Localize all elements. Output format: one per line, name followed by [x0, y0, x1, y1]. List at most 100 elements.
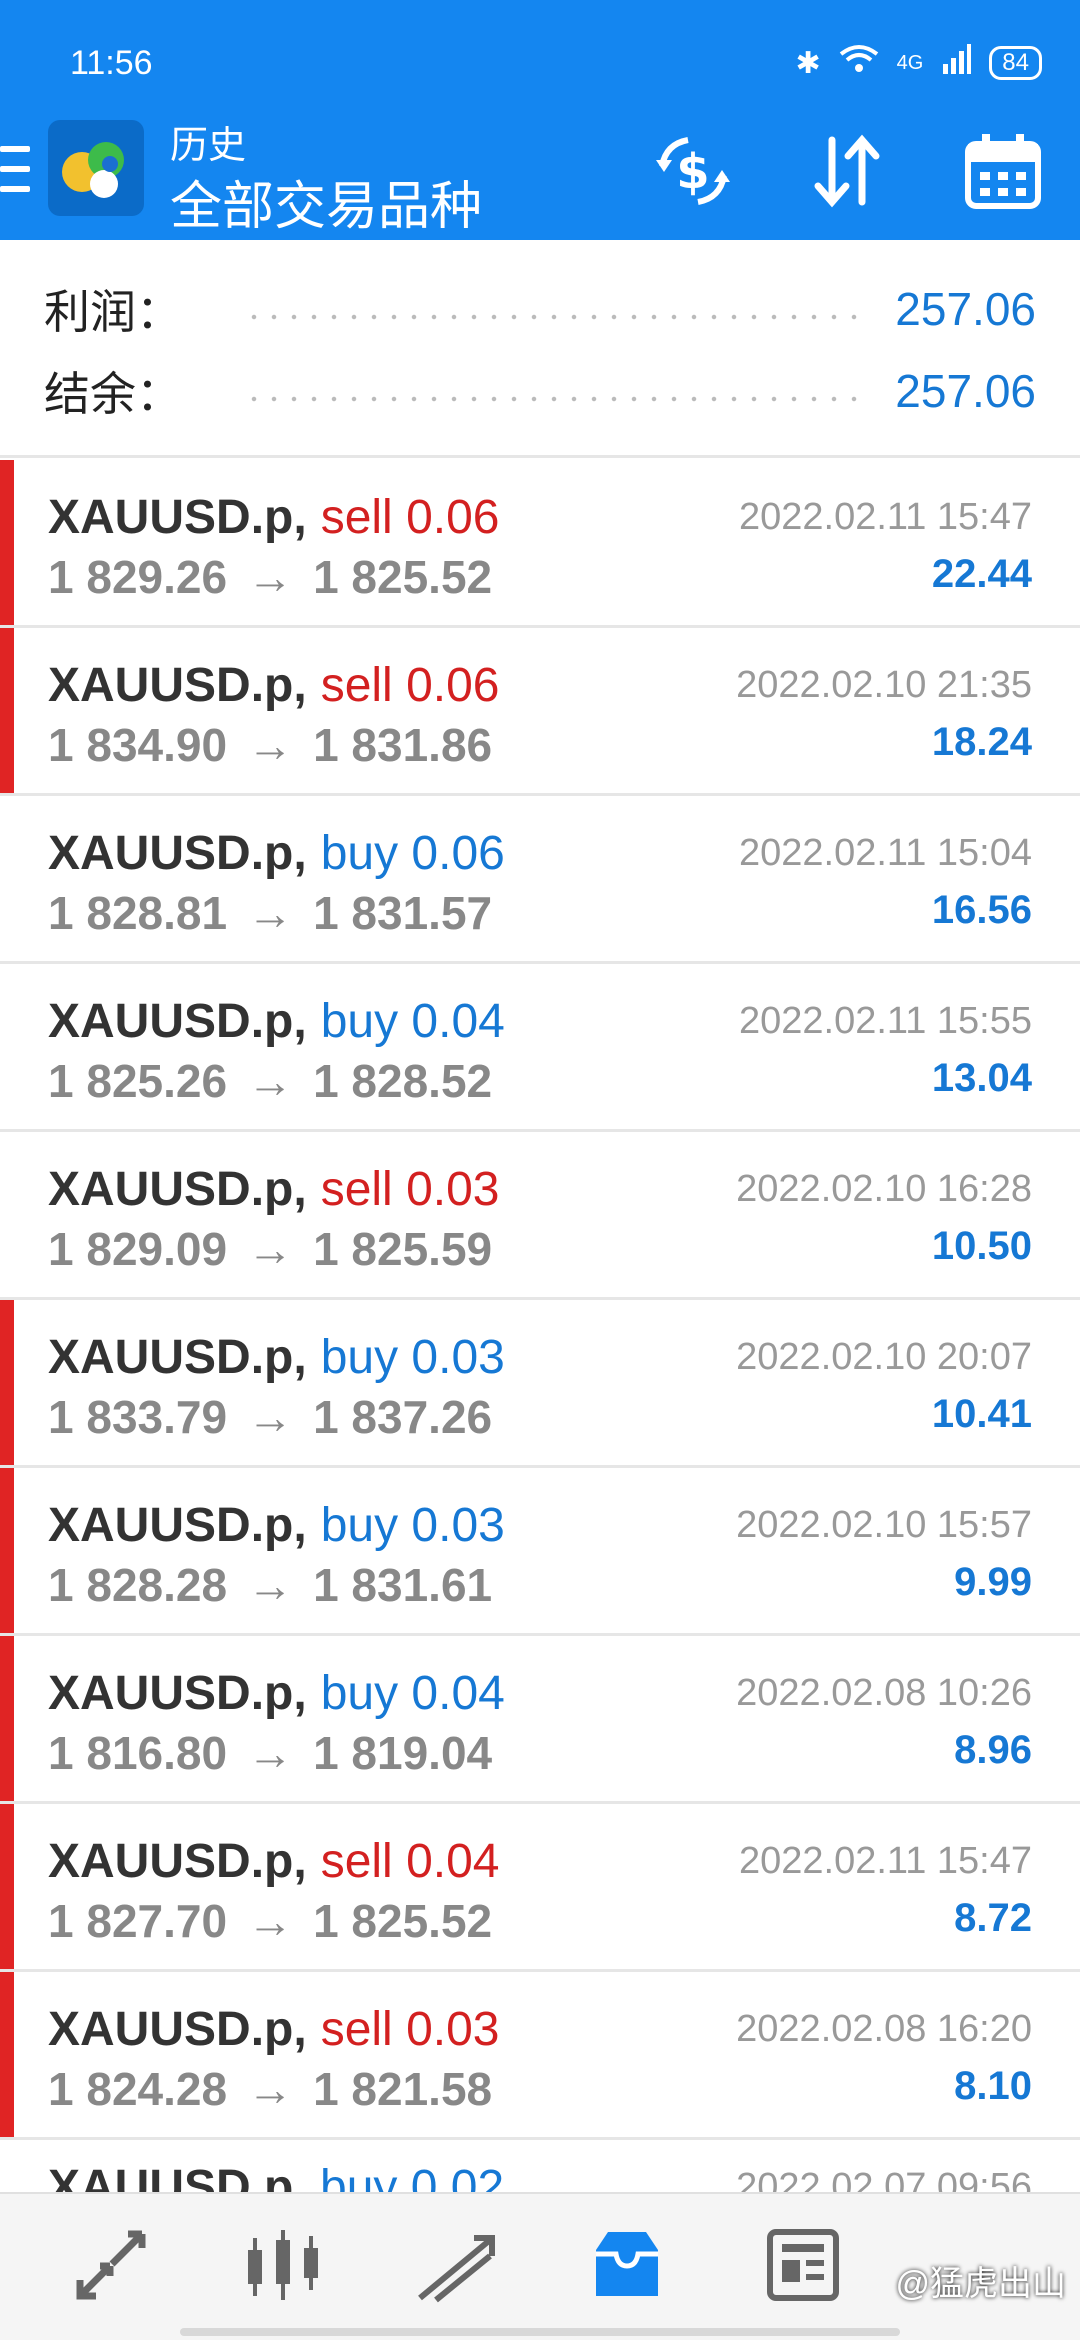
- row-flag-marker: [0, 1972, 14, 2137]
- trade-symbol: XAUUSD.p,: [48, 827, 307, 880]
- table-row[interactable]: XAUUSD.p, buy 0.06 1 828.81 → 1 831.57 2022…: [0, 796, 1080, 964]
- trade-time: 2022.02.10 15:57: [736, 1504, 1032, 1546]
- network-label: 4G: [896, 51, 924, 74]
- trade-action: sell 0.06: [321, 491, 500, 544]
- trade-profit: 10.41: [931, 1392, 1032, 1436]
- open-price: 1 827.70: [48, 1895, 228, 1947]
- open-price: 1 824.28: [48, 2063, 228, 2115]
- trade-title: XAUUSD.p, buy 0.03: [48, 1498, 505, 1553]
- trade-action: sell 0.03: [321, 1163, 500, 1216]
- app-header: 11:56 ✱ 4G 84 历史 全部交易品种 $: [0, 0, 1080, 240]
- trade-prices: 1 827.70 → 1 825.52: [48, 1894, 492, 1948]
- trade-volume: 0.04: [411, 995, 505, 1048]
- bottom-navigation: @猛虎出山: [0, 2192, 1080, 2340]
- trade-title: XAUUSD.p, buy 0.04: [48, 994, 505, 1049]
- history-icon[interactable]: [582, 2220, 672, 2310]
- open-price: 1 833.79: [48, 1391, 228, 1443]
- table-row[interactable]: XAUUSD.p, buy 0.04 1 816.80 → 1 819.04 2022…: [0, 1636, 1080, 1804]
- arrow-right-icon: →: [247, 1391, 294, 1443]
- table-row[interactable]: XAUUSD.p, buy 0.03 1 833.79 → 1 837.26 2022…: [0, 1300, 1080, 1468]
- open-price: 1 825.26: [48, 1055, 228, 1107]
- trade-profit: 16.56: [931, 888, 1032, 932]
- trade-volume: 0.03: [411, 1331, 505, 1384]
- trade-prices: 1 829.09 → 1 825.59: [48, 1222, 492, 1276]
- trade-symbol: XAUUSD.p,: [48, 1499, 307, 1552]
- arrow-right-icon: →: [247, 1895, 294, 1947]
- trade-prices: 1 828.81 → 1 831.57: [48, 886, 492, 940]
- balance-label: 结余：: [44, 368, 182, 420]
- row-flag-marker: [0, 460, 14, 625]
- trade-action: sell 0.03: [321, 2003, 500, 2056]
- trade-action: buy 0.06: [321, 827, 505, 880]
- trade-symbol: XAUUSD.p,: [48, 1163, 307, 1216]
- close-price: 1 831.86: [313, 719, 493, 771]
- trade-direction: buy: [320, 995, 399, 1048]
- profit-label: 利润：: [44, 286, 182, 338]
- trade-direction: sell: [320, 491, 393, 544]
- trade-symbol: XAUUSD.p,: [48, 1667, 307, 1720]
- trade-profit: 8.96: [954, 1728, 1032, 1772]
- trade-title: XAUUSD.p, sell 0.03: [48, 2002, 499, 2057]
- table-row[interactable]: XAUUSD.p, buy 0.03 1 828.28 → 1 831.61 2022…: [0, 1468, 1080, 1636]
- open-price: 1 828.28: [48, 1559, 228, 1611]
- table-row[interactable]: XAUUSD.p, buy 0.04 1 825.26 → 1 828.52 2022…: [0, 964, 1080, 1132]
- trade-profit: 10.50: [931, 1224, 1032, 1268]
- balance-value: 257.06: [895, 365, 1036, 417]
- trade-time: 2022.02.11 15:55: [738, 1000, 1032, 1042]
- status-time: 11:56: [70, 44, 153, 82]
- trade-title: XAUUSD.p, sell 0.04: [48, 1834, 499, 1889]
- trade-volume: 0.06: [406, 491, 500, 544]
- table-row[interactable]: XAUUSD.p, sell 0.03 1 829.09 → 1 825.59 202…: [0, 1132, 1080, 1300]
- close-price: 1 825.59: [313, 1223, 493, 1275]
- trade-prices: 1 825.26 → 1 828.52: [48, 1054, 492, 1108]
- arrow-right-icon: →: [247, 1559, 294, 1611]
- close-price: 1 819.04: [313, 1727, 493, 1779]
- trade-title: XAUUSD.p, sell 0.03: [48, 1162, 499, 1217]
- table-row[interactable]: XAUUSD.p, sell 0.06 1 829.26 → 1 825.52 202…: [0, 460, 1080, 628]
- news-icon[interactable]: [758, 2220, 848, 2310]
- trade-volume: 0.04: [406, 1835, 500, 1888]
- trade-symbol: XAUUSD.p,: [48, 1331, 307, 1384]
- row-flag-marker: [0, 1468, 14, 1633]
- trade-volume: 0.04: [411, 1667, 505, 1720]
- page-subtitle: 历史: [170, 125, 247, 167]
- row-flag-marker: [0, 1804, 14, 1969]
- trade-direction: sell: [320, 2003, 393, 2056]
- trade-prices: 1 834.90 → 1 831.86: [48, 718, 492, 772]
- trade-icon[interactable]: [410, 2220, 500, 2310]
- trade-volume: 0.03: [406, 2003, 500, 2056]
- row-flag-marker: [0, 1300, 14, 1465]
- arrow-right-icon: →: [247, 887, 294, 939]
- trade-direction: sell: [320, 1835, 393, 1888]
- chart-icon[interactable]: [238, 2220, 328, 2310]
- balance-row: 结余： 257.06: [44, 356, 1036, 426]
- trade-time: 2022.02.11 15:04: [738, 832, 1032, 874]
- trade-prices: 1 824.28 → 1 821.58: [48, 2062, 492, 2116]
- trade-direction: buy: [320, 1499, 399, 1552]
- trade-profit: 8.10: [954, 2064, 1032, 2108]
- table-row[interactable]: XAUUSD.p, sell 0.04 1 827.70 → 1 825.52 202…: [0, 1804, 1080, 1972]
- trade-action: buy 0.04: [321, 1667, 505, 1720]
- close-price: 1 837.26: [313, 1391, 493, 1443]
- calendar-icon[interactable]: [958, 126, 1048, 216]
- quotes-icon[interactable]: [66, 2220, 156, 2310]
- status-indicators: ✱ 4G 84: [795, 44, 1042, 82]
- page-title[interactable]: 全部交易品种: [170, 164, 482, 239]
- open-price: 1 816.80: [48, 1727, 228, 1779]
- trade-direction: sell: [320, 1163, 393, 1216]
- wifi-icon: [839, 44, 879, 82]
- trade-action: buy 0.03: [321, 1499, 505, 1552]
- svg-text:$: $: [676, 144, 709, 200]
- trade-direction: buy: [320, 827, 399, 880]
- close-price: 1 825.52: [313, 1895, 493, 1947]
- row-flag-marker: [0, 1636, 14, 1801]
- currency-exchange-icon[interactable]: $: [648, 126, 738, 216]
- battery-indicator: 84: [989, 46, 1042, 80]
- trade-direction: buy: [320, 1331, 399, 1384]
- menu-icon[interactable]: [0, 146, 30, 194]
- table-row[interactable]: XAUUSD.p, sell 0.06 1 834.90 → 1 831.86 202…: [0, 628, 1080, 796]
- sort-icon[interactable]: [802, 126, 892, 216]
- trade-action: sell 0.04: [321, 1835, 500, 1888]
- trade-history-list[interactable]: XAUUSD.p, sell 0.06 1 829.26 → 1 825.52 202…: [0, 460, 1080, 2210]
- table-row[interactable]: XAUUSD.p, sell 0.03 1 824.28 → 1 821.58 202…: [0, 1972, 1080, 2140]
